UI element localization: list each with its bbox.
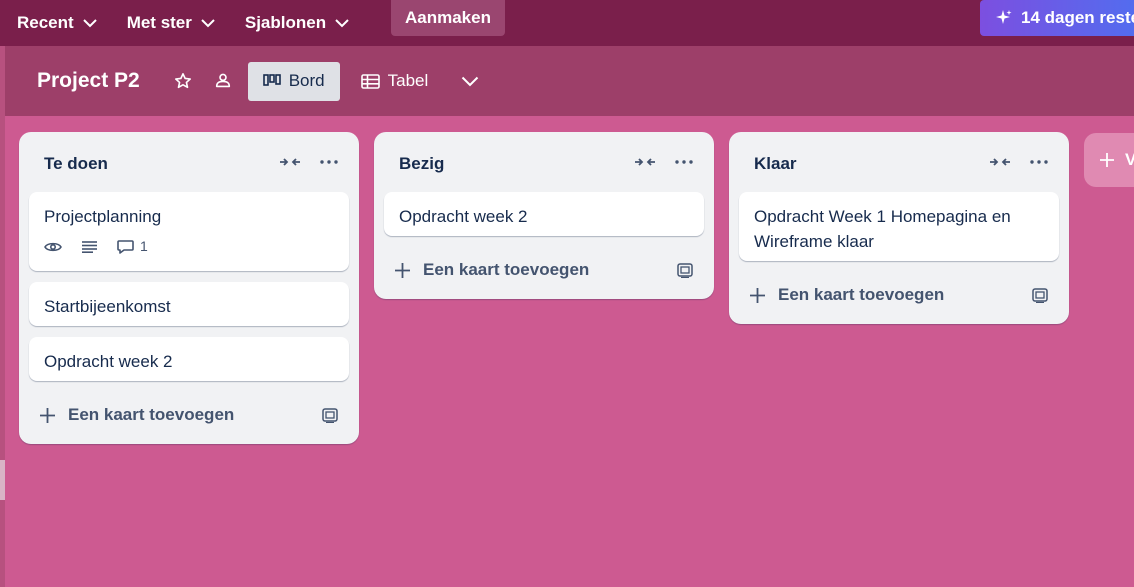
add-card-label: Een kaart toevoegen [68, 405, 235, 424]
description-icon [82, 240, 97, 253]
more-views-button[interactable] [455, 65, 485, 97]
top-nav: Recent Met ster Sjablonen Aanmaken 14 da… [0, 0, 1134, 46]
card-title: Opdracht week 2 [44, 352, 173, 371]
more-horizontal-icon [320, 160, 338, 164]
workspace-visible-icon [215, 73, 230, 88]
list-klaar: Klaar Opdracht Week 1 Homepagina en Wire… [729, 132, 1069, 324]
list-header: Te doen [19, 132, 359, 190]
card-template-icon [677, 262, 693, 278]
plus-icon [395, 262, 410, 278]
list-header: Bezig [374, 132, 714, 190]
trial-label: 14 dagen reste [1021, 8, 1134, 27]
chevron-down-icon [82, 18, 97, 27]
list-title[interactable]: Te doen [44, 154, 108, 174]
collapse-icon [635, 158, 655, 166]
card[interactable]: Opdracht week 2 [384, 192, 704, 236]
nav-templates[interactable]: Sjablonen [228, 6, 362, 40]
list-te-doen: Te doen Projectplanning 1 Startbijeenkom… [19, 132, 359, 444]
add-card-label: Een kaart toevoegen [423, 260, 590, 279]
visibility-button[interactable] [208, 65, 238, 97]
add-list-label: V [1125, 150, 1134, 169]
comments-badge: 1 [117, 234, 148, 259]
sparkle-icon [996, 10, 1012, 24]
card[interactable]: Projectplanning 1 [29, 192, 349, 271]
view-board-button[interactable]: Bord [247, 61, 340, 101]
add-card-button[interactable]: Een kaart toevoegen [39, 405, 234, 425]
list-header: Klaar [729, 132, 1069, 190]
chevron-down-icon [335, 18, 349, 27]
list-bezig: Bezig Opdracht week 2 Een kaart toevoege… [374, 132, 714, 299]
eye-icon [44, 242, 62, 251]
view-table-button[interactable]: Tabel [346, 62, 444, 101]
collapse-icon [990, 158, 1010, 166]
more-horizontal-icon [675, 160, 693, 164]
list-title[interactable]: Bezig [399, 154, 444, 174]
list-title[interactable]: Klaar [754, 154, 797, 174]
sidebar-toggle[interactable] [0, 460, 5, 500]
card-title: Opdracht week 2 [399, 207, 528, 226]
star-icon [174, 72, 191, 89]
card-template-icon [322, 407, 338, 423]
list-menu-button[interactable] [1027, 153, 1051, 171]
watch-badge [44, 241, 68, 253]
description-badge [82, 240, 103, 253]
card-title: Startbijeenkomst [44, 297, 171, 316]
board-header: Project P2 Bord Tabel [5, 46, 1134, 116]
nav-starred[interactable]: Met ster [110, 6, 228, 40]
list-menu-button[interactable] [672, 153, 696, 171]
chevron-down-icon [201, 18, 215, 27]
card-title: Projectplanning [44, 207, 162, 226]
comment-icon [117, 239, 134, 254]
card-template-icon [1032, 287, 1048, 303]
card[interactable]: Opdracht Week 1 Homepagina en Wireframe … [739, 192, 1059, 261]
plus-icon [40, 407, 55, 423]
card-badges: 1 [44, 234, 334, 259]
create-from-template-button[interactable] [676, 261, 694, 279]
nav-starred-label: Met ster [126, 13, 192, 32]
card[interactable]: Startbijeenkomst [29, 282, 349, 326]
plus-icon [750, 287, 765, 303]
list-menu-button[interactable] [317, 153, 341, 171]
create-from-template-button[interactable] [1031, 286, 1049, 304]
collapse-list-button[interactable] [278, 153, 302, 171]
chevron-down-icon [462, 76, 479, 86]
comment-count: 1 [140, 238, 148, 254]
collapse-list-button[interactable] [633, 153, 657, 171]
nav-templates-label: Sjablonen [244, 13, 327, 32]
add-list-button[interactable]: V [1084, 133, 1134, 187]
sidebar-strip [0, 46, 5, 587]
board-view-icon [262, 74, 281, 86]
create-button[interactable]: Aanmaken [391, 0, 505, 36]
trial-button[interactable]: 14 dagen reste [980, 0, 1134, 36]
table-view-icon [360, 73, 380, 89]
add-card-button[interactable]: Een kaart toevoegen [394, 260, 589, 280]
create-from-template-button[interactable] [321, 406, 339, 424]
add-card-label: Een kaart toevoegen [778, 285, 945, 304]
more-horizontal-icon [1030, 160, 1048, 164]
card[interactable]: Opdracht week 2 [29, 337, 349, 381]
card-title: Opdracht Week 1 Homepagina en Wireframe … [754, 207, 1011, 251]
collapse-list-button[interactable] [988, 153, 1012, 171]
collapse-icon [280, 158, 300, 166]
nav-recent[interactable]: Recent [0, 6, 110, 40]
add-card-button[interactable]: Een kaart toevoegen [749, 285, 944, 305]
star-button[interactable] [168, 65, 198, 97]
view-table-label: Tabel [387, 71, 429, 90]
nav-recent-label: Recent [17, 13, 74, 32]
board-title[interactable]: Project P2 [37, 69, 140, 93]
plus-icon [1100, 153, 1114, 167]
view-board-label: Bord [288, 71, 325, 90]
